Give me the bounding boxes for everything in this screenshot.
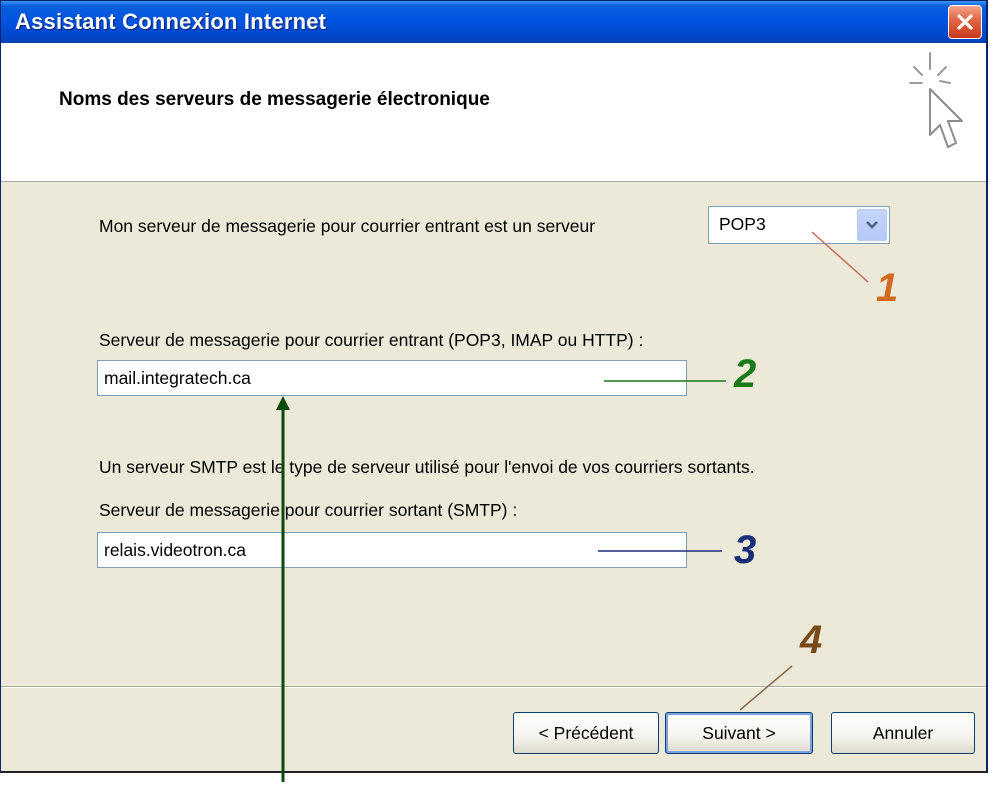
annotation-3: 3 bbox=[734, 528, 757, 572]
incoming-type-select[interactable]: POP3 bbox=[708, 206, 890, 244]
outgoing-server-label: Serveur de messagerie pour courrier sort… bbox=[99, 500, 518, 520]
wizard-header: Noms des serveurs de messagerie électron… bbox=[1, 43, 986, 182]
close-icon bbox=[957, 14, 973, 30]
incoming-type-label: Mon serveur de messagerie pour courrier … bbox=[99, 216, 596, 236]
incoming-type-value: POP3 bbox=[719, 214, 766, 234]
wizard-footer: < Précédent Suivant > Annuler bbox=[1, 688, 986, 771]
outgoing-server-value: relais.videotron.ca bbox=[104, 540, 247, 560]
annotation-2: 2 bbox=[734, 352, 757, 396]
dropdown-button[interactable] bbox=[857, 209, 887, 241]
wizard-cursor-icon bbox=[909, 52, 963, 148]
annotation-4: 4 bbox=[800, 618, 823, 662]
incoming-server-input[interactable]: mail.integratech.ca bbox=[97, 360, 687, 396]
cancel-button[interactable]: Annuler bbox=[831, 712, 975, 754]
incoming-server-label: Serveur de messagerie pour courrier entr… bbox=[99, 330, 644, 350]
outgoing-server-input[interactable]: relais.videotron.ca bbox=[97, 532, 687, 568]
page-title: Noms des serveurs de messagerie électron… bbox=[59, 89, 490, 110]
incoming-server-value: mail.integratech.ca bbox=[104, 368, 251, 388]
back-button[interactable]: < Précédent bbox=[513, 712, 659, 754]
close-button[interactable] bbox=[948, 5, 982, 39]
smtp-info-text: Un serveur SMTP est le type de serveur u… bbox=[99, 457, 755, 477]
wizard-content: Mon serveur de messagerie pour courrier … bbox=[1, 182, 986, 686]
window-title: Assistant Connexion Internet bbox=[15, 9, 327, 34]
annotation-1: 1 bbox=[876, 266, 899, 310]
chevron-down-icon bbox=[866, 221, 878, 229]
title-bar[interactable]: Assistant Connexion Internet bbox=[1, 1, 986, 43]
next-button[interactable]: Suivant > bbox=[665, 712, 813, 754]
wizard-window: Assistant Connexion Internet Noms des se… bbox=[0, 0, 988, 773]
